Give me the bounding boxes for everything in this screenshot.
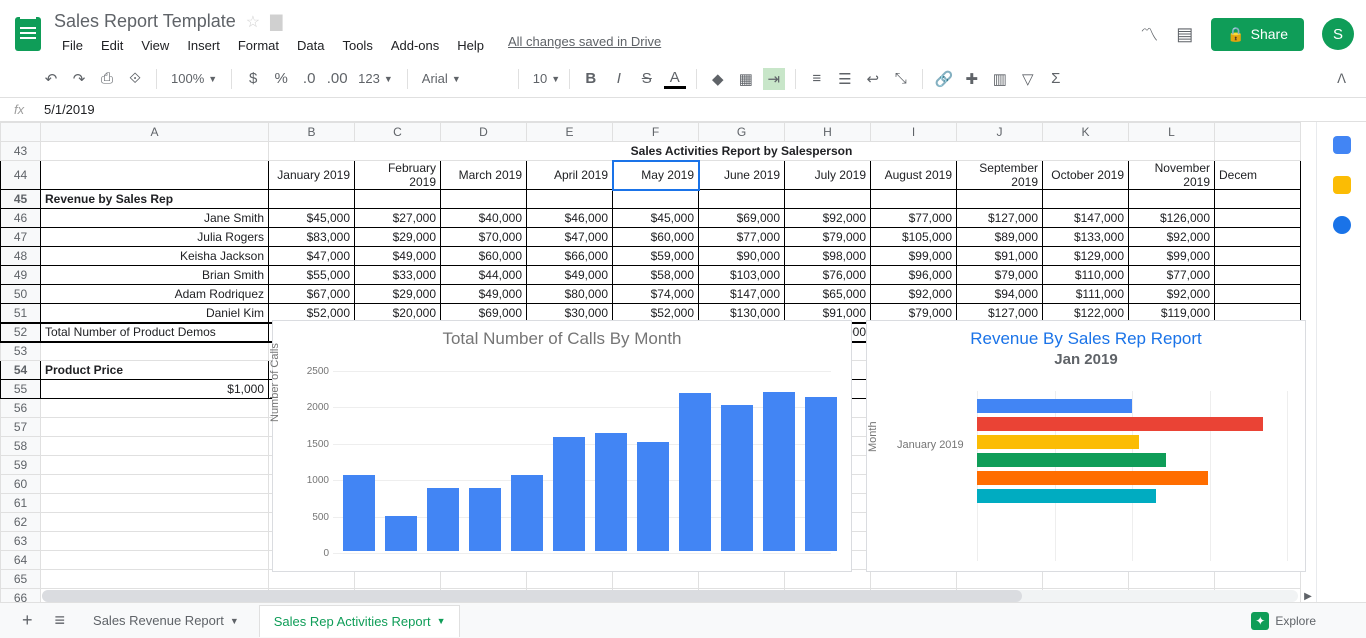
keep-addon-icon[interactable]	[1333, 176, 1351, 194]
menu-edit[interactable]: Edit	[93, 34, 131, 57]
title-bar: Sales Report Template ☆ ▇ FileEditViewIn…	[0, 0, 1366, 60]
link-icon[interactable]: 🔗	[933, 70, 955, 88]
formula-value[interactable]: 5/1/2019	[44, 102, 95, 117]
fx-icon: fx	[14, 102, 44, 117]
explore-button[interactable]: ✦ Explore	[1251, 612, 1316, 630]
account-avatar[interactable]: S	[1322, 18, 1354, 50]
sheet-tab-activities[interactable]: Sales Rep Activities Report▼	[259, 605, 461, 637]
italic-icon[interactable]: I	[608, 70, 630, 87]
paint-format-icon[interactable]: ⟐	[124, 70, 146, 87]
fill-color-icon[interactable]: ◆	[707, 70, 729, 88]
format-select[interactable]: 123▼	[354, 71, 397, 86]
sheets-logo[interactable]	[8, 14, 48, 54]
menu-add-ons[interactable]: Add-ons	[383, 34, 447, 57]
chart2-ylabel: Month	[867, 421, 879, 452]
valign-icon[interactable]: ☰	[834, 70, 856, 88]
menu-insert[interactable]: Insert	[179, 34, 228, 57]
side-panel	[1316, 122, 1366, 602]
wrap-icon[interactable]: ↩	[862, 70, 884, 88]
share-button[interactable]: 🔒 Share	[1211, 18, 1304, 51]
halign-icon[interactable]: ≡	[806, 70, 828, 87]
menu-data[interactable]: Data	[289, 34, 332, 57]
saved-status: All changes saved in Drive	[508, 34, 661, 57]
font-size-select[interactable]: 10▼	[529, 71, 559, 86]
menu-format[interactable]: Format	[230, 34, 287, 57]
formula-bar: fx 5/1/2019	[0, 98, 1366, 122]
undo-icon[interactable]: ↶	[40, 70, 62, 88]
share-label: Share	[1251, 26, 1288, 42]
calendar-addon-icon[interactable]	[1333, 136, 1351, 154]
print-icon[interactable]: ⎙	[96, 70, 118, 87]
chart1-ylabel: Number of Calls	[269, 343, 281, 422]
tasks-addon-icon[interactable]	[1333, 216, 1351, 234]
font-select[interactable]: Arial▼	[418, 71, 508, 86]
scroll-right-icon[interactable]: ▶	[1300, 590, 1316, 602]
menu-file[interactable]: File	[54, 34, 91, 57]
chart2-subtitle: Jan 2019	[867, 351, 1305, 368]
filter-icon[interactable]: ▽	[1017, 70, 1039, 88]
dec-decrease-icon[interactable]: .0	[298, 70, 320, 87]
doc-title[interactable]: Sales Report Template	[54, 11, 236, 32]
chart2-title: Revenue By Sales Rep Report	[867, 329, 1305, 349]
folder-icon[interactable]: ▇	[270, 12, 282, 32]
chart-icon[interactable]: ▥	[989, 70, 1011, 88]
chart-calls-by-month[interactable]: Total Number of Calls By Month Number of…	[272, 320, 852, 572]
toolbar: ↶ ↷ ⎙ ⟐ 100%▼ $ % .0 .00 123▼ Arial▼ 10▼…	[0, 60, 1366, 98]
text-color-icon[interactable]: A	[664, 69, 686, 89]
horizontal-scrollbar[interactable]	[42, 590, 1298, 602]
merge-icon[interactable]: ⇥	[763, 68, 785, 90]
star-icon[interactable]: ☆	[246, 12, 260, 32]
sheet-tabs-bar: + ≡ Sales Revenue Report▼ Sales Rep Acti…	[0, 602, 1366, 638]
redo-icon[interactable]: ↷	[68, 70, 90, 88]
dec-increase-icon[interactable]: .00	[326, 70, 348, 87]
functions-icon[interactable]: Σ	[1045, 70, 1067, 87]
comment-icon[interactable]: ✚	[961, 70, 983, 88]
comments-icon[interactable]: ▤	[1176, 24, 1193, 45]
menu-tools[interactable]: Tools	[334, 34, 380, 57]
zoom-select[interactable]: 100%▼	[167, 71, 221, 86]
chart1-title: Total Number of Calls By Month	[273, 329, 851, 349]
currency-icon[interactable]: $	[242, 70, 264, 87]
menu-view[interactable]: View	[133, 34, 177, 57]
explore-icon: ✦	[1251, 612, 1269, 630]
borders-icon[interactable]: ▦	[735, 70, 757, 88]
menu-bar: FileEditViewInsertFormatDataToolsAdd-ons…	[54, 34, 661, 57]
rotate-icon[interactable]: ⤡	[890, 70, 912, 87]
chart2-category: January 2019	[897, 439, 964, 451]
menu-help[interactable]: Help	[449, 34, 492, 57]
activity-icon[interactable]: 〽	[1140, 21, 1158, 47]
all-sheets-icon[interactable]: ≡	[47, 606, 74, 635]
add-sheet-icon[interactable]: +	[14, 606, 41, 635]
percent-icon[interactable]: %	[270, 70, 292, 87]
lock-icon: 🔒	[1227, 26, 1244, 43]
strike-icon[interactable]: S	[636, 70, 658, 87]
bold-icon[interactable]: B	[580, 70, 602, 87]
collapse-toolbar-icon[interactable]: ᐱ	[1337, 71, 1346, 87]
chart-revenue-by-rep[interactable]: Revenue By Sales Rep Report Jan 2019 Mon…	[866, 320, 1306, 572]
spreadsheet-grid[interactable]: ABCDEFGHIJKL43Sales Activities Report by…	[0, 122, 1316, 602]
sheet-tab-revenue[interactable]: Sales Revenue Report▼	[79, 605, 253, 636]
